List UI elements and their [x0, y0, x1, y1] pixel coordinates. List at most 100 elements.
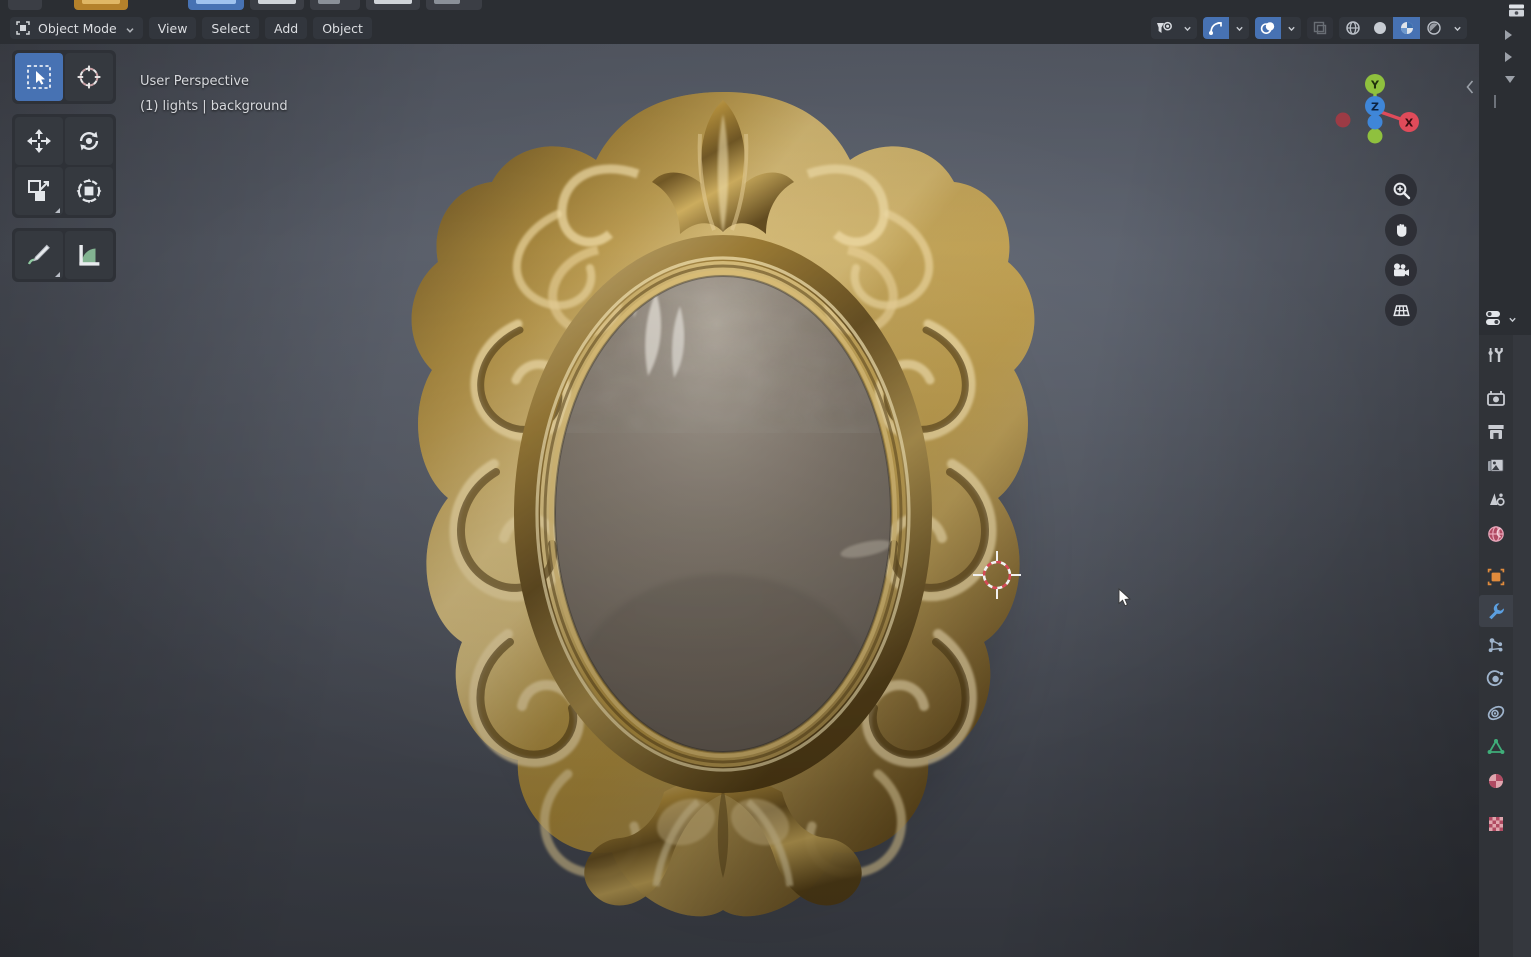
outliner-row[interactable] — [1479, 68, 1531, 90]
tab-tool[interactable] — [1479, 339, 1513, 371]
disclosure-triangle-icon[interactable] — [1505, 30, 1512, 40]
tool-select-box[interactable] — [15, 53, 63, 101]
svg-text:X: X — [1405, 117, 1414, 130]
tool-measure[interactable] — [65, 231, 113, 279]
tab-particles[interactable] — [1479, 629, 1513, 661]
chevron-down-icon — [125, 23, 135, 33]
cursor-icon — [77, 65, 101, 89]
tool-annotate[interactable] — [15, 231, 63, 279]
tab-object[interactable] — [1479, 561, 1513, 593]
interaction-mode-selector[interactable]: Object Mode — [10, 17, 143, 39]
zoom-view-button[interactable] — [1385, 174, 1417, 206]
menu-select[interactable]: Select — [202, 17, 259, 39]
properties-editor[interactable] — [1479, 305, 1531, 957]
tool-icon — [1488, 348, 1503, 362]
physics-orbit-icon — [1486, 670, 1504, 687]
tab-output[interactable] — [1479, 416, 1513, 448]
overlays-toggle-button[interactable] — [1255, 17, 1281, 39]
workspace-tab-modeling-pill — [196, 0, 236, 4]
material-preview-shading-button[interactable] — [1393, 17, 1420, 39]
object-types-visibility-icon — [1156, 21, 1172, 33]
object-mode-icon — [16, 21, 30, 35]
gizmos-dropdown[interactable] — [1229, 17, 1249, 39]
tool-rotate[interactable] — [65, 117, 113, 165]
toolbar-group-transform — [12, 114, 116, 218]
rendered-sphere-icon — [1426, 21, 1441, 35]
ornate-gold-mirror-object[interactable] — [398, 74, 1048, 954]
xray-group[interactable] — [1307, 17, 1333, 39]
viewport-header-right-controls — [1151, 17, 1479, 39]
tool-expand-corner — [55, 272, 60, 277]
tool-transform[interactable] — [65, 167, 113, 215]
workspace-tab-0[interactable] — [8, 0, 42, 10]
3d-viewport[interactable]: User Perspective (1) lights | background… — [0, 12, 1479, 957]
outliner-row[interactable] — [1479, 46, 1531, 68]
properties-tab-column[interactable] — [1479, 335, 1513, 957]
xray-toggle-button[interactable] — [1307, 17, 1333, 39]
pan-view-button[interactable] — [1385, 214, 1417, 246]
menu-object[interactable]: Object — [313, 17, 372, 39]
toggle-perspective-ortho-button[interactable] — [1385, 294, 1417, 326]
overlays-group[interactable] — [1255, 17, 1301, 39]
viewport-nav-buttons[interactable] — [1385, 174, 1417, 326]
outliner-row[interactable] — [1479, 24, 1531, 46]
tab-constraints[interactable] — [1479, 697, 1513, 729]
outliner-row[interactable] — [1479, 90, 1531, 112]
viewport-toolbar[interactable] — [12, 50, 116, 292]
menu-add[interactable]: Add — [264, 17, 308, 39]
wireframe-shading-button[interactable] — [1339, 17, 1366, 39]
shading-dropdown[interactable] — [1447, 17, 1467, 39]
viewport-collection-label: (1) lights | background — [140, 98, 288, 114]
tab-scene[interactable] — [1479, 484, 1513, 516]
tool-move[interactable] — [15, 117, 63, 165]
tab-texture[interactable] — [1479, 808, 1513, 840]
tool-expand-corner — [55, 208, 60, 213]
tool-cursor[interactable] — [65, 53, 113, 101]
overlays-dropdown[interactable] — [1281, 17, 1301, 39]
outliner-header — [1479, 0, 1531, 24]
object-types-visibility-group[interactable] — [1151, 17, 1197, 39]
camera-view-button[interactable] — [1385, 254, 1417, 286]
outliner-filter-icon[interactable] — [1508, 3, 1525, 22]
properties-header — [1479, 305, 1531, 331]
mesh-data-triangle-icon — [1487, 739, 1505, 754]
select-box-icon — [27, 65, 51, 89]
toolbar-group-annotate — [12, 228, 116, 282]
object-types-visibility-dropdown[interactable] — [1177, 17, 1197, 39]
menu-view[interactable]: View — [148, 17, 197, 39]
viewport-info-overlay: User Perspective (1) lights | background — [140, 70, 288, 119]
wrench-icon — [1489, 603, 1505, 620]
disclosure-triangle-icon[interactable] — [1505, 75, 1515, 83]
workspace-tab-shading-pill — [374, 0, 412, 4]
tool-scale[interactable] — [15, 167, 63, 215]
navigation-gizmo[interactable]: Y X Z — [1329, 64, 1421, 156]
object-types-visibility-button[interactable] — [1151, 17, 1177, 39]
tab-data[interactable] — [1479, 731, 1513, 763]
disclosure-triangle-icon[interactable] — [1505, 52, 1512, 62]
scene-cone-icon — [1490, 493, 1505, 506]
tab-world[interactable] — [1479, 518, 1513, 550]
properties-editor-type-button[interactable] — [1485, 310, 1505, 326]
tab-render[interactable] — [1479, 382, 1513, 414]
outliner-editor[interactable] — [1479, 0, 1531, 305]
transform-icon — [76, 178, 102, 204]
tab-view-layer[interactable] — [1479, 450, 1513, 482]
gizmos-group[interactable] — [1203, 17, 1249, 39]
viewport-header: Object Mode View Select Add Object — [0, 12, 1479, 44]
tab-material[interactable] — [1479, 765, 1513, 797]
annotate-icon — [27, 244, 50, 265]
tab-modifiers[interactable] — [1479, 595, 1513, 627]
shading-modes-group[interactable] — [1339, 17, 1467, 39]
workspace-tab-strip[interactable] — [0, 0, 1531, 12]
output-printer-icon — [1488, 425, 1504, 439]
workspace-tab-animation-pill — [434, 0, 460, 4]
properties-header-chevron-icon[interactable] — [1508, 309, 1517, 328]
gizmos-toggle-button[interactable] — [1203, 17, 1229, 39]
blender-window: User Perspective (1) lights | background… — [0, 0, 1531, 957]
interaction-mode-label: Object Mode — [38, 20, 117, 36]
solid-shading-button[interactable] — [1366, 17, 1393, 39]
rendered-shading-button[interactable] — [1420, 17, 1447, 39]
tab-physics[interactable] — [1479, 663, 1513, 695]
viewport-sidebar-toggle[interactable] — [1463, 74, 1477, 100]
pan-hand-icon — [1396, 223, 1406, 237]
